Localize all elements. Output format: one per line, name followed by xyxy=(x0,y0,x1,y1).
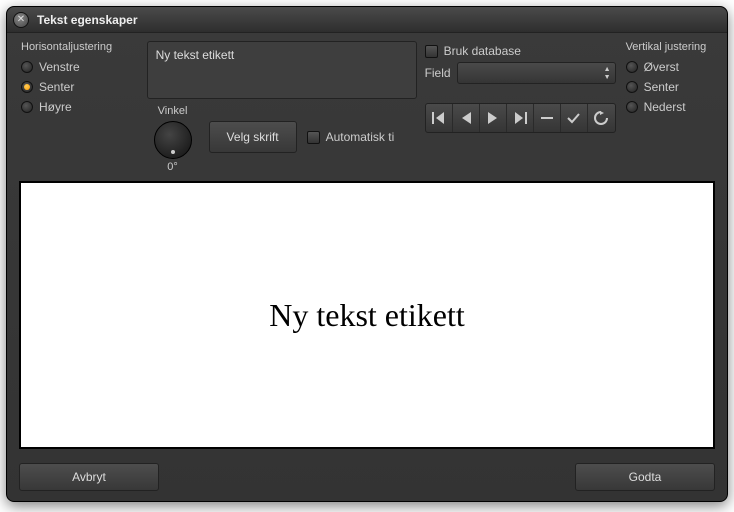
h-align-left-label: Venstre xyxy=(39,60,80,74)
radio-icon xyxy=(626,81,638,93)
cancel-button[interactable]: Avbryt xyxy=(19,463,159,491)
h-align-center[interactable]: Senter xyxy=(21,77,139,97)
radio-icon xyxy=(626,61,638,73)
preview-text: Ny tekst etikett xyxy=(269,297,465,334)
accept-label: Godta xyxy=(629,470,662,484)
v-align-top-label: Øverst xyxy=(644,60,679,74)
close-icon: ✕ xyxy=(17,15,25,25)
controls-panel: Horisontaljustering Venstre Senter Høyre… xyxy=(7,33,727,179)
nav-next-button[interactable] xyxy=(480,104,507,132)
close-button[interactable]: ✕ xyxy=(13,12,29,28)
titlebar: ✕ Tekst egenskaper xyxy=(7,7,727,33)
choose-font-button[interactable]: Velg skrift xyxy=(209,121,297,153)
field-row: Field ▲▼ xyxy=(425,61,616,85)
check-icon xyxy=(567,112,580,124)
nav-last-button[interactable] xyxy=(507,104,534,132)
label-text-value: Ny tekst etikett xyxy=(156,48,235,62)
angle-label: Vinkel xyxy=(147,105,199,117)
angle-dial[interactable] xyxy=(154,121,192,159)
nav-stop-button[interactable] xyxy=(534,104,561,132)
radio-icon xyxy=(626,101,638,113)
prev-icon xyxy=(461,112,471,124)
next-icon xyxy=(488,112,498,124)
nav-prev-button[interactable] xyxy=(453,104,480,132)
checkbox-icon xyxy=(425,45,438,58)
label-text-input[interactable]: Ny tekst etikett xyxy=(147,41,417,99)
spinner-icon: ▲▼ xyxy=(604,66,611,81)
nav-apply-button[interactable] xyxy=(561,104,588,132)
use-database-label: Bruk database xyxy=(444,44,521,58)
last-icon xyxy=(513,112,527,124)
radio-icon xyxy=(21,81,33,93)
choose-font-label: Velg skrift xyxy=(227,130,279,144)
radio-icon xyxy=(21,61,33,73)
database-group: Bruk database Field ▲▼ xyxy=(425,41,616,173)
nav-refresh-button[interactable] xyxy=(588,104,615,132)
v-align-center[interactable]: Senter xyxy=(626,77,717,97)
checkbox-icon xyxy=(307,131,320,144)
v-align-center-label: Senter xyxy=(644,80,679,94)
auto-fit-label: Automatisk ti xyxy=(326,130,395,144)
h-align-label: Horisontaljustering xyxy=(21,41,139,53)
stop-icon xyxy=(541,113,553,123)
field-label: Field xyxy=(425,66,451,80)
dialog-window: ✕ Tekst egenskaper Horisontaljustering V… xyxy=(6,6,728,502)
preview-canvas: Ny tekst etikett xyxy=(19,181,715,449)
vertical-align-group: Vertikal justering Øverst Senter Nederst xyxy=(624,41,717,173)
radio-icon xyxy=(21,101,33,113)
first-icon xyxy=(432,112,446,124)
use-database-checkbox[interactable]: Bruk database xyxy=(425,41,616,61)
text-settings-group: Ny tekst etikett Vinkel 0° Velg skrift A… xyxy=(147,41,417,173)
auto-fit-checkbox[interactable]: Automatisk ti xyxy=(307,127,395,147)
dialog-footer: Avbryt Godta xyxy=(7,457,727,501)
window-title: Tekst egenskaper xyxy=(37,13,138,27)
angle-group: Vinkel 0° xyxy=(147,105,199,173)
horizontal-align-group: Horisontaljustering Venstre Senter Høyre xyxy=(17,41,139,173)
h-align-center-label: Senter xyxy=(39,80,74,94)
refresh-icon xyxy=(594,111,608,125)
v-align-label: Vertikal justering xyxy=(626,41,717,53)
h-align-right-label: Høyre xyxy=(39,100,72,114)
nav-first-button[interactable] xyxy=(426,104,453,132)
v-align-bottom[interactable]: Nederst xyxy=(626,97,717,117)
v-align-top[interactable]: Øverst xyxy=(626,57,717,77)
accept-button[interactable]: Godta xyxy=(575,463,715,491)
cancel-label: Avbryt xyxy=(72,470,106,484)
field-select[interactable]: ▲▼ xyxy=(457,62,616,84)
angle-value: 0° xyxy=(147,161,199,173)
record-nav-toolbar xyxy=(425,103,616,133)
v-align-bottom-label: Nederst xyxy=(644,100,686,114)
h-align-right[interactable]: Høyre xyxy=(21,97,139,117)
h-align-left[interactable]: Venstre xyxy=(21,57,139,77)
